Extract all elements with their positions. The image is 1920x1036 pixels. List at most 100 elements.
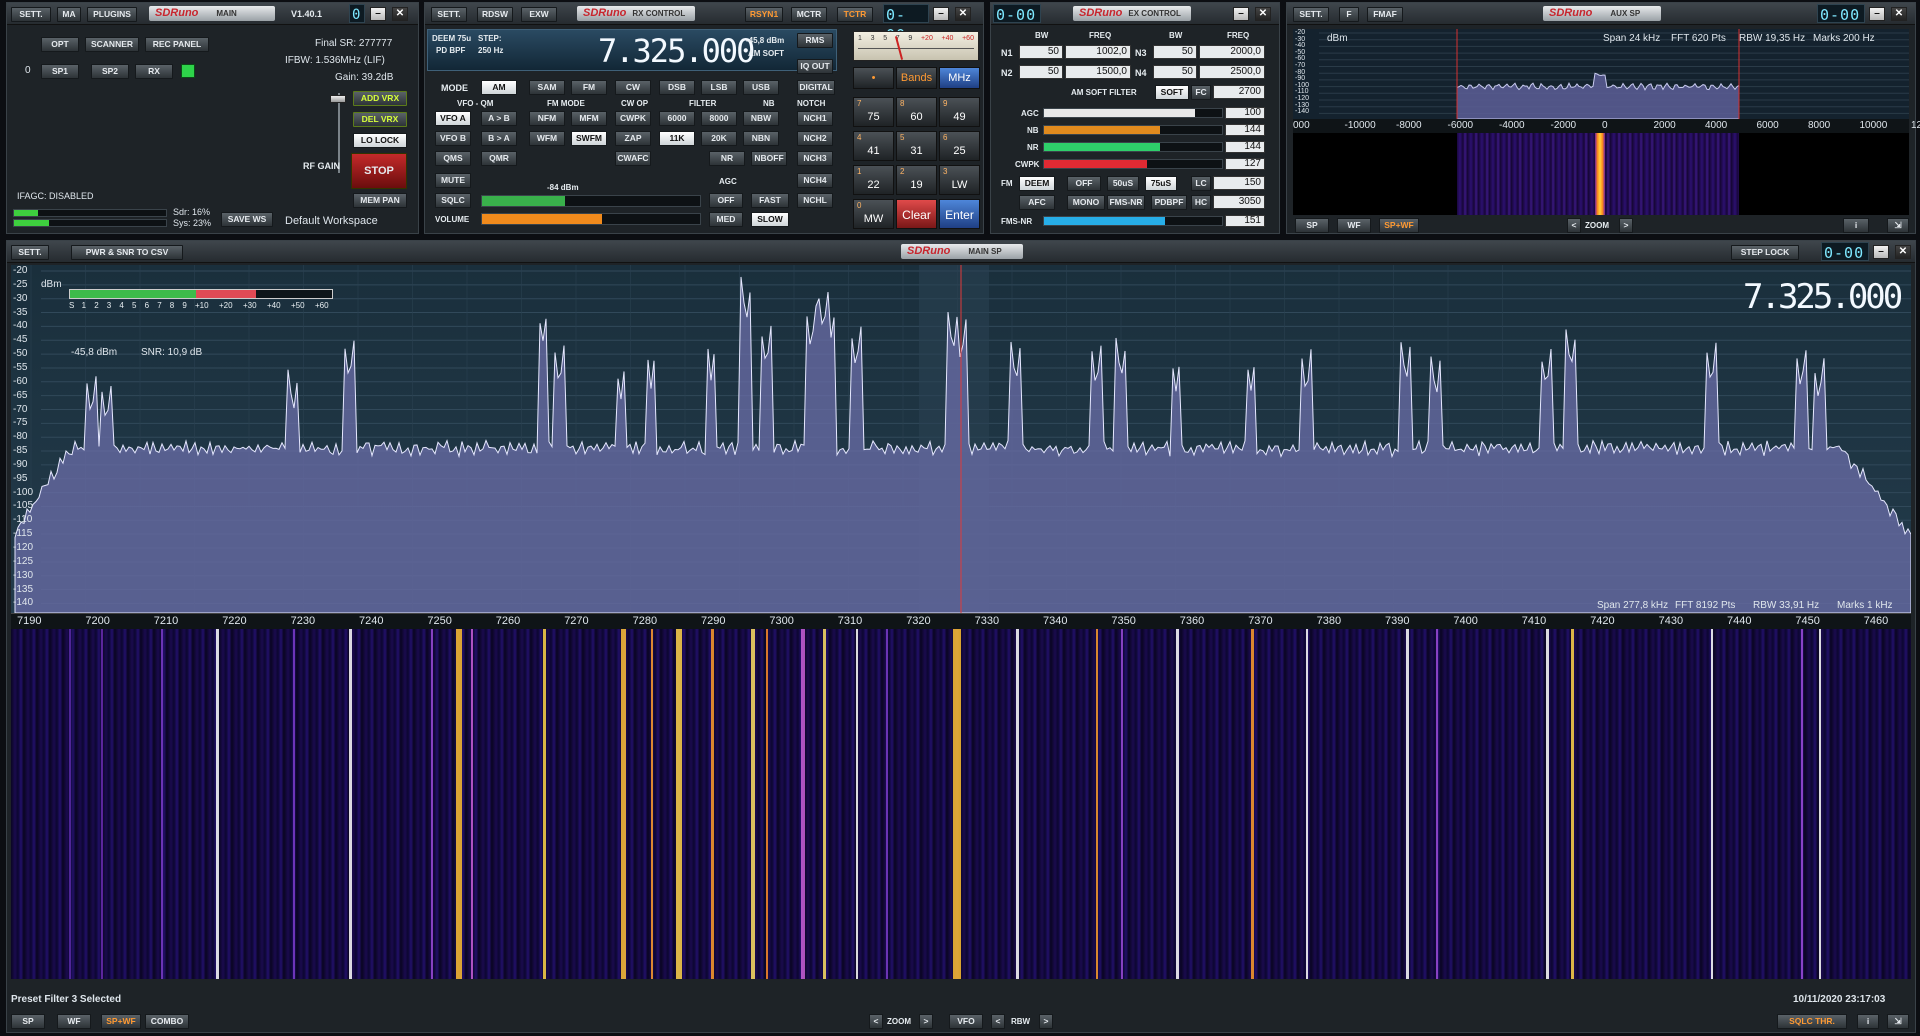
nr-slider[interactable] bbox=[1043, 142, 1223, 152]
ex-close-icon[interactable]: ✕ bbox=[1255, 7, 1271, 21]
rx-frequency-display[interactable]: DEEM 75u PD BPF STEP: 250 Hz 7.325.000 -… bbox=[427, 29, 837, 71]
ex-minimize-icon[interactable]: – bbox=[1233, 7, 1249, 21]
n3-freq-field[interactable]: 2000,0 bbox=[1199, 45, 1265, 59]
digital-button[interactable]: DIGITAL bbox=[797, 80, 835, 95]
rx-a-b-button[interactable]: A > B bbox=[481, 111, 517, 126]
rx-zap-button[interactable]: ZAP bbox=[615, 131, 651, 146]
key-1[interactable]: 1 22 bbox=[853, 165, 894, 195]
rx-b-a-button[interactable]: B > A bbox=[481, 131, 517, 146]
key-2[interactable]: 2 19 bbox=[896, 165, 937, 195]
fmaf-button[interactable]: FMAF bbox=[1367, 7, 1403, 22]
key-3[interactable]: 3 LW bbox=[939, 165, 980, 195]
bands-key[interactable]: Bands bbox=[896, 67, 937, 89]
rx-button[interactable]: RX bbox=[135, 64, 173, 79]
aux-info-button[interactable]: i bbox=[1843, 218, 1869, 233]
mode-sam-button[interactable]: SAM bbox=[529, 80, 565, 95]
key-7[interactable]: 7 75 bbox=[853, 97, 894, 127]
exw-button[interactable]: EXW bbox=[521, 7, 557, 22]
rx-nfm-button[interactable]: NFM bbox=[529, 111, 565, 126]
mainsp-info-button[interactable]: i bbox=[1857, 1014, 1879, 1029]
iq-out-button[interactable]: IQ OUT bbox=[797, 59, 833, 74]
lc-field[interactable]: 150 bbox=[1213, 176, 1265, 190]
vfo-button[interactable]: VFO bbox=[949, 1014, 983, 1029]
mute-button[interactable]: MUTE bbox=[435, 173, 471, 188]
rbw-down-button[interactable]: < bbox=[991, 1014, 1005, 1029]
main-ma-button[interactable]: MA bbox=[57, 7, 81, 22]
fms-nr-button[interactable]: FMS-NR bbox=[1107, 195, 1145, 210]
agc-med-button[interactable]: MED bbox=[709, 212, 743, 227]
aux-zoom-in[interactable]: > bbox=[1619, 218, 1633, 233]
aux-f-button[interactable]: F bbox=[1339, 7, 1359, 22]
rx-11k-button[interactable]: 11K bbox=[659, 131, 695, 146]
pdbpf-button[interactable]: PDBPF bbox=[1151, 195, 1187, 210]
mctr-button[interactable]: MCTR bbox=[791, 7, 827, 22]
key-6[interactable]: 6 25 bbox=[939, 131, 980, 161]
mode-cw-button[interactable]: CW bbox=[615, 80, 651, 95]
afc-button[interactable]: AFC bbox=[1019, 195, 1055, 210]
enter-key[interactable]: Enter bbox=[939, 199, 980, 229]
deem-button[interactable]: DEEM bbox=[1019, 176, 1055, 191]
rbw-up-button[interactable]: > bbox=[1039, 1014, 1053, 1029]
agc-fast-button[interactable]: FAST bbox=[751, 193, 789, 208]
mono-button[interactable]: MONO bbox=[1067, 195, 1105, 210]
hc-button[interactable]: HC bbox=[1191, 195, 1211, 210]
mode-lsb-button[interactable]: LSB bbox=[701, 80, 737, 95]
opt-button[interactable]: OPT bbox=[41, 37, 79, 52]
rx-nbn-button[interactable]: NBN bbox=[743, 131, 779, 146]
fms-nr-slider[interactable] bbox=[1043, 216, 1223, 226]
mode-usb-button[interactable]: USB bbox=[743, 80, 779, 95]
tctr-button[interactable]: TCTR bbox=[837, 7, 873, 22]
rx-8000-button[interactable]: 8000 bbox=[701, 111, 737, 126]
n1-freq-field[interactable]: 1002,0 bbox=[1065, 45, 1131, 59]
aux-zoom-out[interactable]: < bbox=[1567, 218, 1581, 233]
mode-dsb-button[interactable]: DSB bbox=[659, 80, 695, 95]
rf-gain-handle[interactable] bbox=[330, 95, 346, 103]
rsyn1-button[interactable]: RSYN1 bbox=[745, 7, 783, 22]
agc-off-button[interactable]: OFF bbox=[709, 193, 743, 208]
mainsp-wf-button[interactable]: WF bbox=[57, 1014, 91, 1029]
n2-bw-field[interactable]: 50 bbox=[1019, 65, 1063, 79]
mainsp-resize-icon[interactable]: ⇲ bbox=[1887, 1014, 1909, 1029]
aux-wf-button[interactable]: WF bbox=[1337, 218, 1371, 233]
rx-20k-button[interactable]: 20K bbox=[701, 131, 737, 146]
clear-key[interactable]: Clear bbox=[896, 199, 937, 229]
volume-bar[interactable] bbox=[481, 213, 701, 225]
rdsw-button[interactable]: RDSW bbox=[477, 7, 513, 22]
50us-button[interactable]: 50uS bbox=[1107, 176, 1139, 191]
rx-sett-button[interactable]: SETT. bbox=[431, 7, 467, 22]
scanner-button[interactable]: SCANNER bbox=[85, 37, 139, 52]
rx-vfo-b-button[interactable]: VFO B bbox=[435, 131, 471, 146]
mode-am-button[interactable]: AM bbox=[481, 80, 517, 95]
deem-off-button[interactable]: OFF bbox=[1067, 176, 1101, 191]
rms-button[interactable]: RMS bbox=[797, 33, 833, 48]
rx-qms-button[interactable]: QMS bbox=[435, 151, 471, 166]
rx-cwafc-button[interactable]: CWAFC bbox=[615, 151, 651, 166]
add-vrx-button[interactable]: ADD VRX bbox=[353, 91, 407, 106]
rx-vfo-a-button[interactable]: VFO A bbox=[435, 111, 471, 126]
mainsp-sett-button[interactable]: SETT. bbox=[11, 245, 49, 260]
main-waterfall[interactable] bbox=[11, 629, 1911, 979]
fc-field[interactable]: 2700 bbox=[1213, 85, 1265, 99]
mainsp-sp-button[interactable]: SP bbox=[11, 1014, 45, 1029]
nch4-button[interactable]: NCH4 bbox=[797, 173, 833, 188]
main-minimize-icon[interactable]: – bbox=[370, 7, 386, 21]
main-sett-button[interactable]: SETT. bbox=[11, 7, 51, 22]
mode-fm-button[interactable]: FM bbox=[571, 80, 607, 95]
n1-bw-field[interactable]: 50 bbox=[1019, 45, 1063, 59]
main-plugins-button[interactable]: PLUGINS bbox=[87, 7, 137, 22]
mainsp-close-icon[interactable]: ✕ bbox=[1895, 245, 1911, 259]
mem-pan-button[interactable]: MEM PAN bbox=[353, 193, 407, 208]
sp1-button[interactable]: SP1 bbox=[41, 64, 79, 79]
pwr-snr-csv-button[interactable]: PWR & SNR TO CSV bbox=[71, 245, 183, 260]
lo-lock-button[interactable]: LO LOCK bbox=[353, 133, 407, 148]
key-8[interactable]: 8 60 bbox=[896, 97, 937, 127]
key-0[interactable]: 0 MW bbox=[853, 199, 894, 229]
zoom-in-button[interactable]: > bbox=[919, 1014, 933, 1029]
n2-freq-field[interactable]: 1500,0 bbox=[1065, 65, 1131, 79]
aux-minimize-icon[interactable]: – bbox=[1869, 7, 1885, 21]
rx-6000-button[interactable]: 6000 bbox=[659, 111, 695, 126]
main-spectrum[interactable] bbox=[11, 265, 1911, 613]
mhz-key[interactable]: MHz bbox=[939, 67, 980, 89]
n4-freq-field[interactable]: 2500,0 bbox=[1199, 65, 1265, 79]
rx-nch2-button[interactable]: NCH2 bbox=[797, 131, 833, 146]
